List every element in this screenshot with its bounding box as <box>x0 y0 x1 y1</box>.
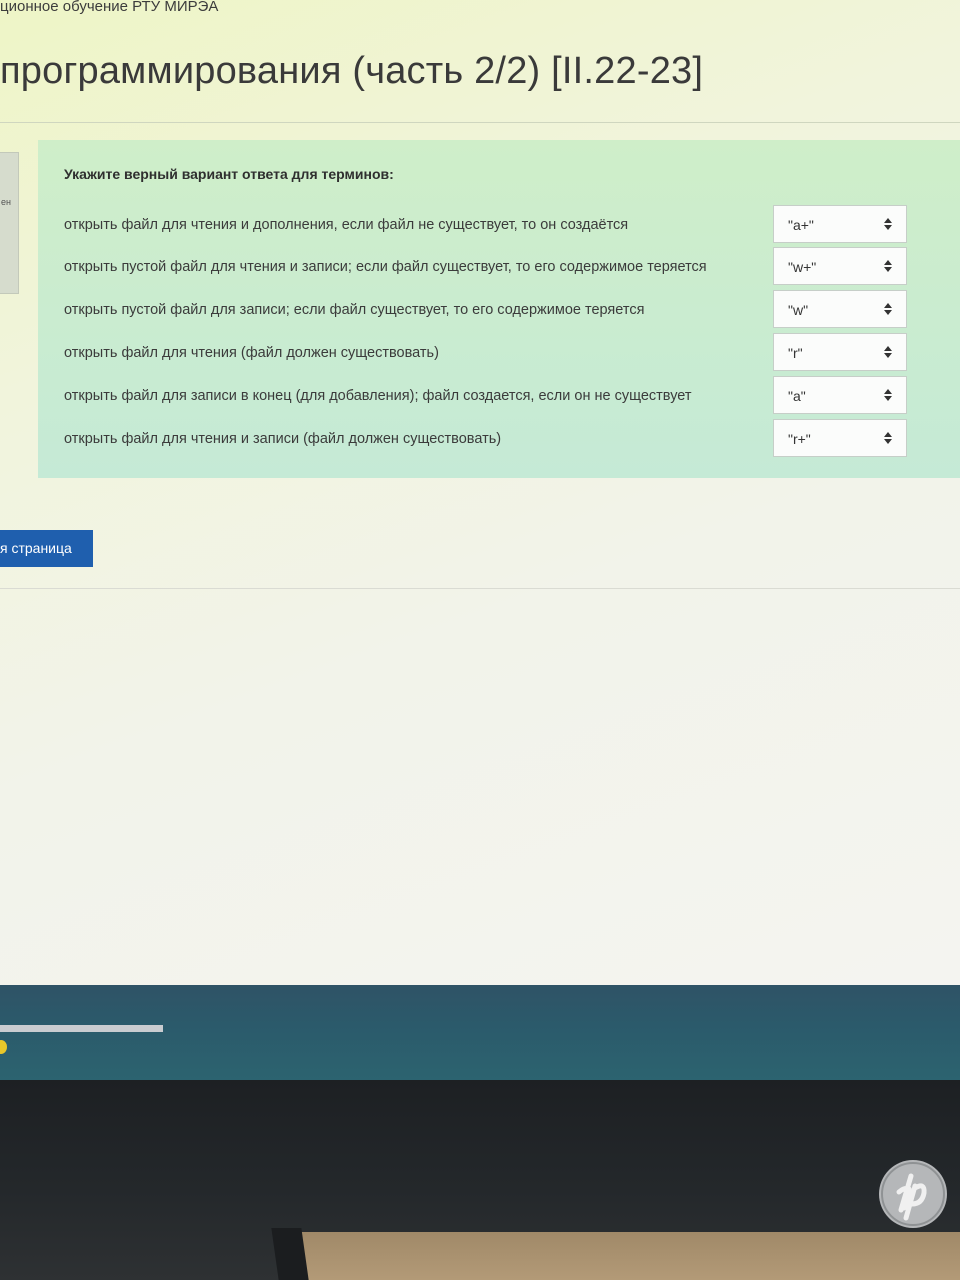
answer-value: "w+" <box>788 259 817 275</box>
taskbar <box>0 985 960 1085</box>
term-text: открыть пустой файл для чтения и записи;… <box>64 259 707 275</box>
up-down-arrow-icon <box>884 217 892 231</box>
next-page-label: я страница <box>0 540 72 556</box>
term-text: открыть файл для чтения и записи (файл д… <box>64 431 502 447</box>
answer-select[interactable]: "a+" <box>773 205 907 243</box>
taskbar-scroll-indicator <box>0 1025 163 1032</box>
title-divider <box>0 122 960 123</box>
up-down-arrow-icon <box>884 388 892 402</box>
question-prompt: Укажите верный вариант ответа для термин… <box>64 166 394 182</box>
up-down-arrow-icon <box>884 259 892 273</box>
question-info-label: ен <box>1 197 11 207</box>
answer-value: "r+" <box>788 431 811 447</box>
up-down-arrow-icon <box>884 302 892 316</box>
answer-select[interactable]: "w" <box>773 290 907 328</box>
term-text: открыть файл для записи в конец (для доб… <box>64 388 692 404</box>
answer-value: "a" <box>788 388 806 404</box>
page-divider <box>0 588 960 589</box>
term-text: открыть файл для чтения (файл должен сущ… <box>64 345 439 361</box>
up-down-arrow-icon <box>884 345 892 359</box>
answer-select[interactable]: "a" <box>773 376 907 414</box>
match-row: открыть файл для чтения и дополнения, ес… <box>38 205 960 245</box>
term-text: открыть пустой файл для записи; если фай… <box>64 302 645 318</box>
answer-value: "a+" <box>788 217 814 233</box>
next-page-button[interactable]: я страница <box>0 530 93 567</box>
question-block: Укажите верный вариант ответа для термин… <box>38 140 960 478</box>
answer-select[interactable]: "r" <box>773 333 907 371</box>
taskbar-app-icon[interactable] <box>0 1040 7 1054</box>
answer-value: "r" <box>788 345 803 361</box>
hp-logo-graphic <box>881 1162 945 1226</box>
match-row: открыть файл для записи в конец (для доб… <box>38 376 960 416</box>
course-title: программирования (часть 2/2) [II.22-23] <box>0 50 704 92</box>
match-row: открыть файл для чтения и записи (файл д… <box>38 419 960 459</box>
answer-value: "w" <box>788 302 809 318</box>
match-row: открыть пустой файл для записи; если фай… <box>38 290 960 330</box>
match-row: открыть файл для чтения (файл должен сущ… <box>38 333 960 373</box>
answer-select[interactable]: "r+" <box>773 419 907 457</box>
site-name[interactable]: ционное обучение РТУ МИРЭА <box>0 0 218 15</box>
match-row: открыть пустой файл для чтения и записи;… <box>38 247 960 287</box>
monitor-stand-background <box>285 1232 960 1280</box>
term-text: открыть файл для чтения и дополнения, ес… <box>64 217 629 233</box>
answer-select[interactable]: "w+" <box>773 247 907 285</box>
up-down-arrow-icon <box>884 431 892 445</box>
hp-logo-icon <box>879 1160 947 1228</box>
question-info-tab: ен <box>0 152 19 294</box>
browser-screen: ционное обучение РТУ МИРЭА программирова… <box>0 0 960 985</box>
